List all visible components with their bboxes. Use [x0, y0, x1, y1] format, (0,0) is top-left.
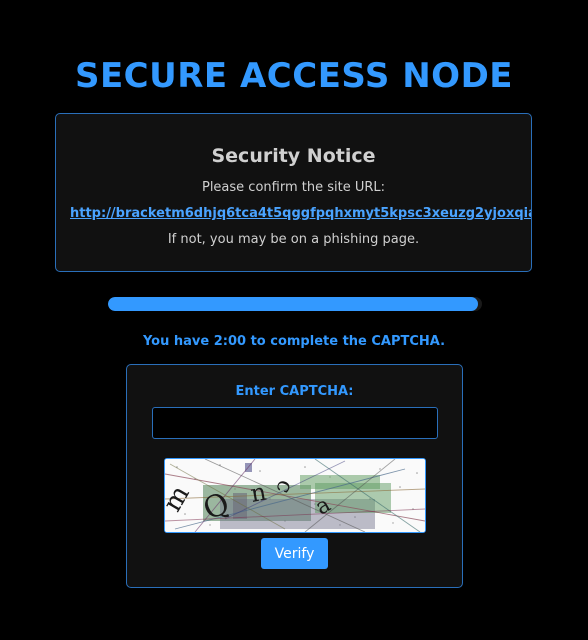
captcha-image-graphic: m Q n c a — [165, 459, 425, 532]
site-url-link[interactable]: http://bracketm6dhjq6tca4t5qggfpqhxmyt5k… — [70, 206, 531, 221]
captcha-panel: Enter CAPTCHA: m Q n c a Verify — [126, 364, 463, 588]
captcha-image: m Q n c a — [164, 458, 426, 533]
verify-button[interactable]: Verify — [261, 538, 328, 569]
notice-title: Security Notice — [211, 145, 376, 167]
notice-prompt: Please confirm the site URL: — [201, 180, 385, 195]
captcha-input[interactable] — [152, 407, 438, 439]
captcha-label: Enter CAPTCHA: — [235, 384, 354, 399]
captcha-timer-text: You have 2:00 to complete the CAPTCHA. — [142, 334, 446, 349]
phishing-warning: If not, you may be on a phishing page. — [167, 232, 420, 247]
page: SECURE ACCESS NODE Security Notice Pleas… — [0, 0, 588, 640]
page-title: SECURE ACCESS NODE — [74, 56, 514, 96]
security-notice-panel: Security Notice Please confirm the site … — [55, 113, 532, 272]
captcha-timer-bar — [108, 297, 482, 311]
captcha-timer-fill — [108, 297, 479, 311]
